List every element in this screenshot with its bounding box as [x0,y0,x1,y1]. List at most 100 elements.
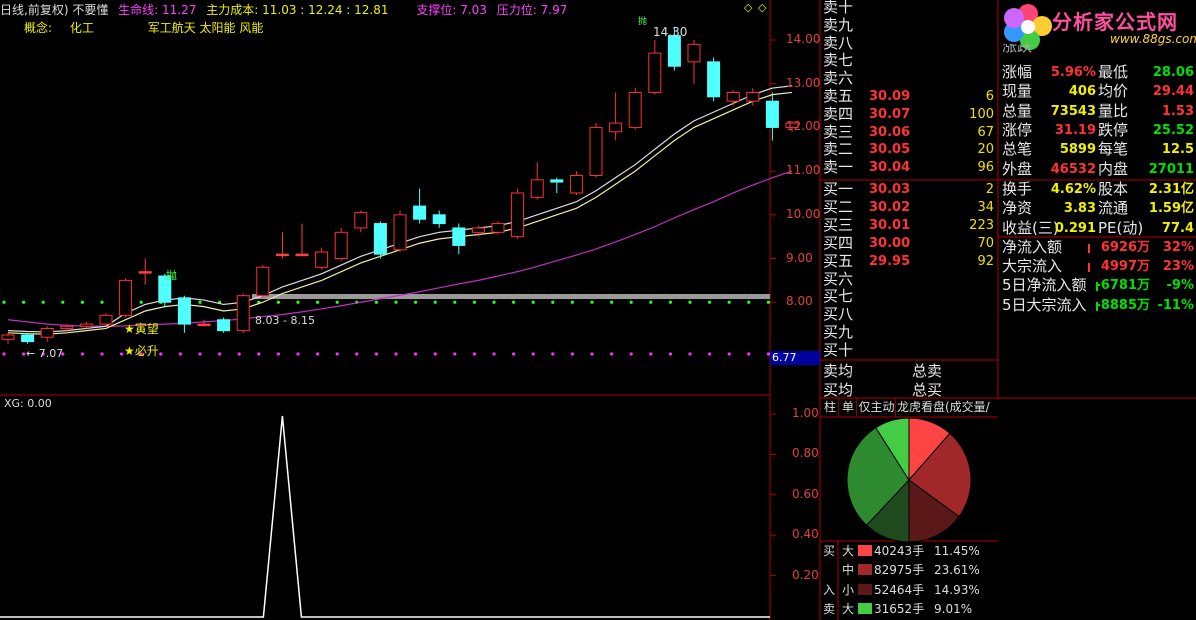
sell-level-10[interactable]: 卖一 30.04 96 [820,158,998,177]
low-price-mark: ← 7.07 [26,347,64,360]
support-dot [668,352,673,356]
sell-level-4[interactable]: 卖七 [820,51,998,70]
quote-value: 27011 [1148,161,1194,177]
level-price: 30.06 [869,124,911,140]
tab-1[interactable]: 单 [840,398,857,417]
pressure-label: 压力位: [496,3,537,17]
candle-body [452,227,466,246]
quote-value: 406 [1068,84,1096,100]
level-label: 卖十 [823,0,854,16]
pressure-dot [316,300,320,304]
support-dot [316,352,320,356]
candle-body [765,100,779,128]
support-dot [727,352,731,356]
tab-0[interactable]: 柱 [822,398,839,417]
tab-3[interactable]: 龙虎看盘(成交量/股 [897,398,998,417]
sell-level-7[interactable]: 卖四 30.07 100 [820,105,998,124]
buy-level-10[interactable]: 买十 [820,341,998,360]
support-dot [551,352,555,356]
range-mark: 8.03 - 8.15 [255,314,315,327]
level-price: 30.03 [869,182,911,197]
level-price: 30.01 [869,217,911,233]
pressure-dot [276,300,280,304]
level-price: 29.95 [869,253,911,269]
quote-row: 现量 406 均价 29.44 [1000,82,1196,101]
tab-2[interactable]: 仅主动 [858,398,896,417]
pressure-dot [472,300,476,304]
support-dot [688,352,692,356]
candle-body [530,179,544,198]
legend-size: 小 [842,582,855,597]
throw-signal-top: 抛 [638,17,648,27]
level-label: 卖三 [823,122,854,141]
quote-key: 跌停 [1098,120,1129,139]
quote-key: 总笔 [1002,140,1033,159]
level-label: 买五 [823,251,854,270]
avg-buy-label: 买均 [823,381,854,399]
buy-level-9[interactable]: 买九 [820,323,998,342]
legend-side: 入 [823,582,836,597]
quote-value: 4.62% [1050,182,1096,197]
sell-level-1[interactable]: 卖十 [820,0,998,17]
pressure-value: 7.97 [540,3,568,17]
buy-level-5[interactable]: 买五 29.95 92 [820,252,998,271]
support-dot [22,352,26,356]
price-tick-label: 10.00 [786,206,821,221]
brand-url: www.88gs.com [1110,32,1196,46]
buy-level-3[interactable]: 买三 30.01 223 [820,216,998,235]
sell-level-6[interactable]: 卖五 30.09 6 [820,87,998,106]
collapse-icon[interactable]: ◇ [758,1,766,14]
candle-body [413,205,427,220]
support-dot [747,352,751,356]
sell-level-3[interactable]: 卖八 [820,34,998,53]
buy-level-7[interactable]: 买七 [820,287,998,306]
support-dot [296,352,300,356]
pressure-dot [198,300,202,304]
level-label: 卖四 [823,104,854,123]
quote-key: 流通 [1098,199,1129,218]
pressure-dot [80,300,84,304]
sell-level-2[interactable]: 卖九 [820,16,998,35]
support-dot [178,352,182,356]
candle-body [354,212,368,229]
maincost-label: 主力成本: [206,3,259,17]
sell-level-9[interactable]: 卖二 30.05 20 [820,140,998,159]
candle-body [177,297,191,325]
quote-key: 涨幅 [1002,63,1033,81]
level-volume: 20 [977,142,994,158]
sell-level-8[interactable]: 卖三 30.06 67 [820,123,998,142]
candle-body [393,214,407,251]
total-buy-label: 总买 [912,381,943,399]
support-dot [433,352,437,356]
support-dot [257,352,261,356]
sell-level-5[interactable]: 卖六 [820,69,998,88]
quote-key: 量比 [1098,101,1129,120]
lifeline-label: 生命线: [118,3,159,17]
diamond-icon[interactable]: ◇ [744,1,752,14]
pressure-dot [688,300,692,304]
level-label: 买二 [823,197,854,216]
maincost-values: 11.03 : 12.24 : 12.81 [262,3,389,17]
candle-body [119,279,133,316]
quote-row: 涨停 31.19 跌停 25.52 [1000,121,1196,140]
quote-row: 外盘 46532 内盘 27011 [1000,160,1196,179]
level-label: 买八 [823,305,854,324]
level-volume: 96 [977,160,994,176]
partial-row: 涨跌 [1002,44,1033,54]
level-label: 卖五 [823,87,854,105]
pressure-dot [100,300,104,304]
level-label: 卖一 [823,158,854,177]
pressure-dot [414,300,418,304]
candle-body [334,231,348,260]
buy-level-8[interactable]: 买八 [820,305,998,324]
pressure-dot [139,300,143,304]
price-tick-label: 11.00 [786,163,821,178]
level-volume: 223 [969,217,994,233]
pressure-dot [766,300,771,304]
buy-level-2[interactable]: 买二 30.02 34 [820,198,998,217]
buy-level-6[interactable]: 买六 [820,270,998,289]
support-dot [120,352,124,356]
buy-level-4[interactable]: 买四 30.00 70 [820,234,998,253]
price-tick-label: 12.00 [786,119,821,134]
buy-level-1[interactable]: 买一 30.03 2 [820,180,998,199]
